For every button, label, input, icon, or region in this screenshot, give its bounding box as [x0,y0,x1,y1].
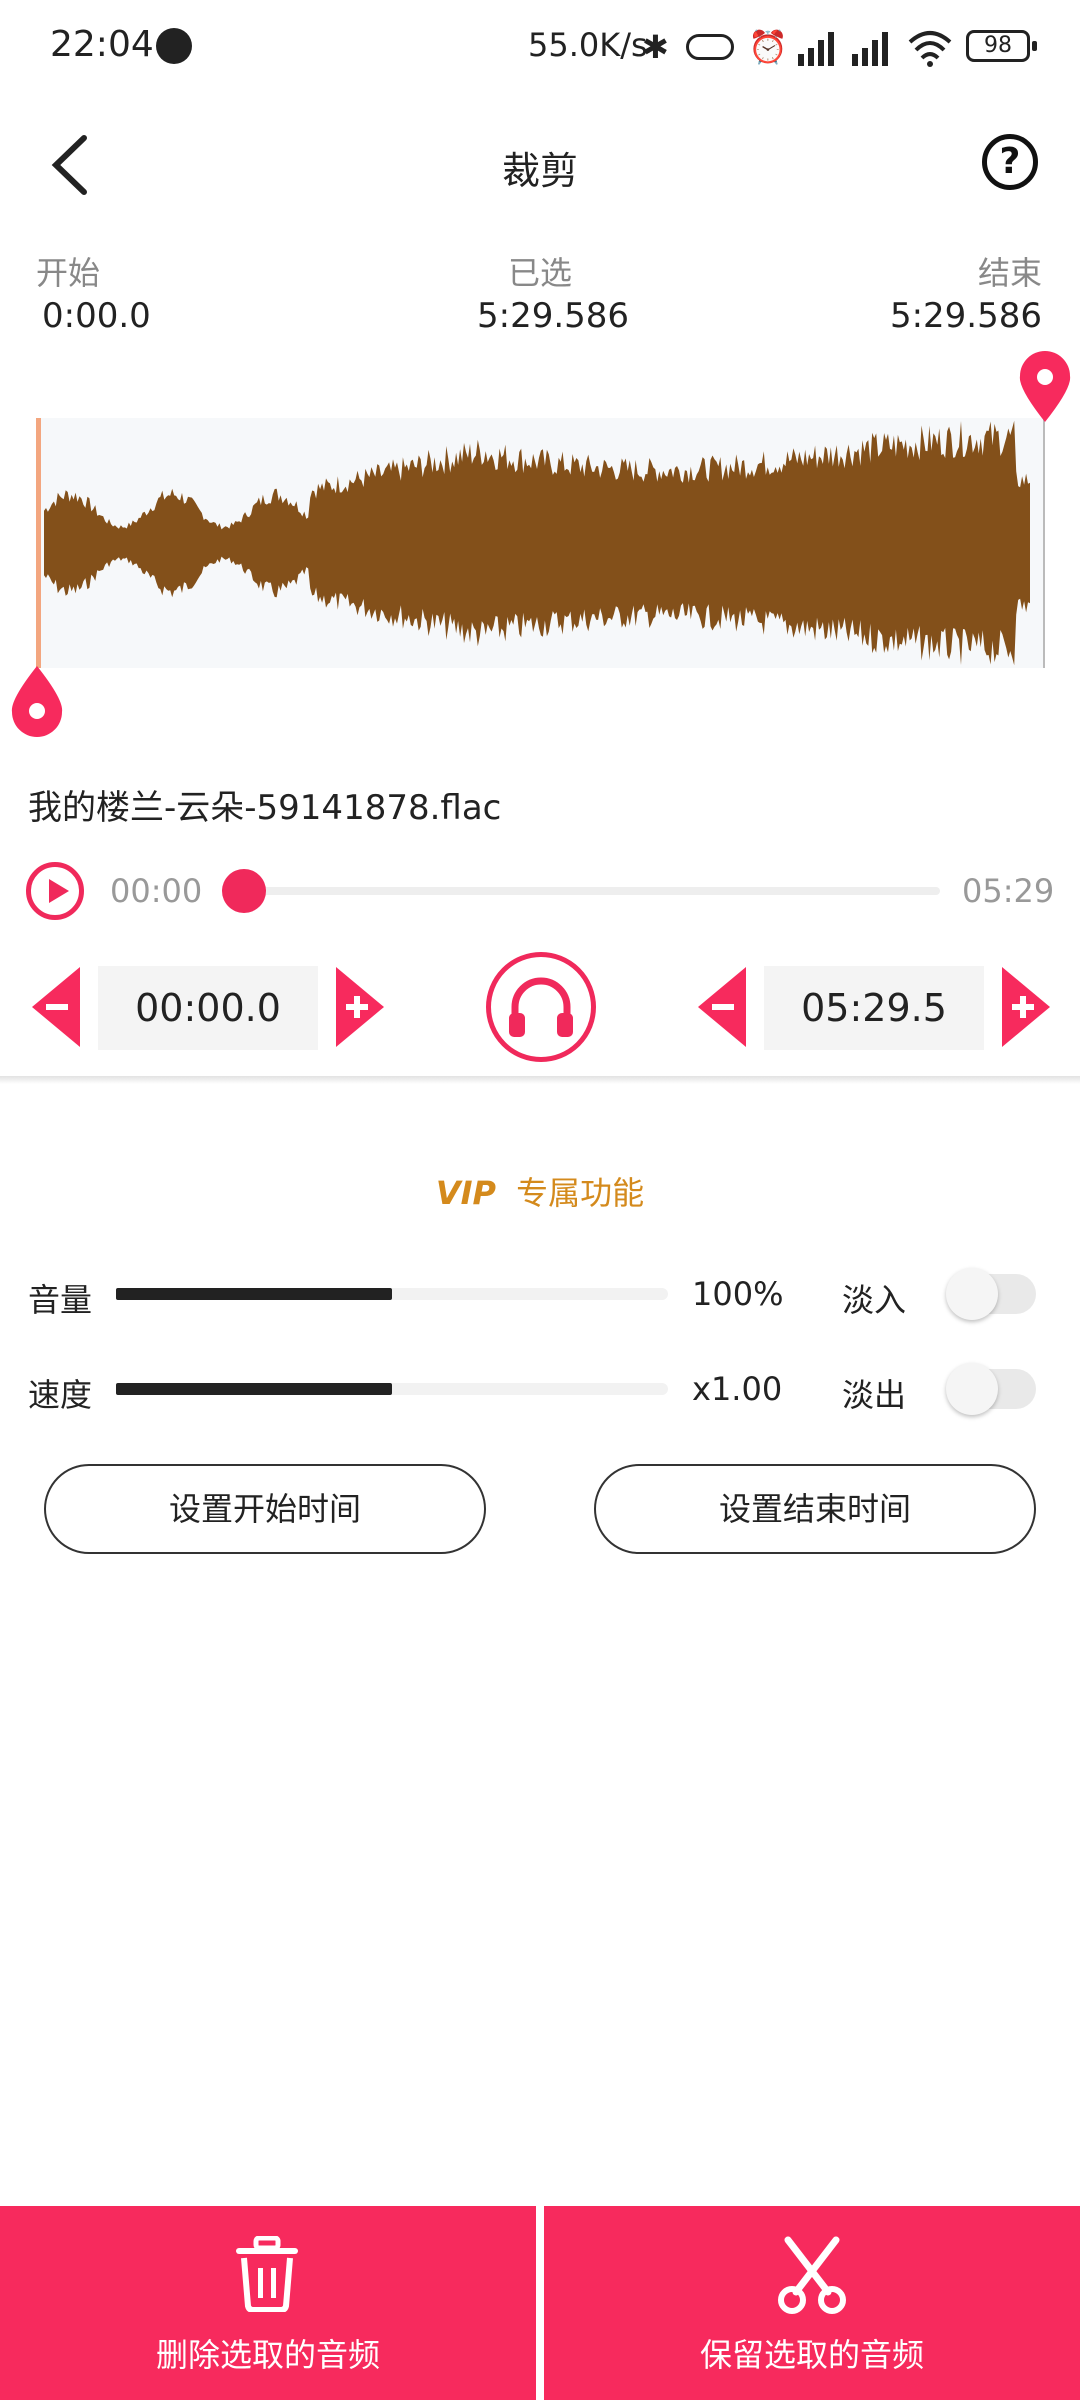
minus-icon [712,1004,734,1010]
vip-section-title: VIP 专属功能 [0,1168,1080,1214]
app-header: 裁剪 ? [0,110,1080,220]
volume-slider[interactable] [116,1288,668,1300]
start-decrement-button[interactable] [32,967,80,1047]
end-decrement-button[interactable] [698,967,746,1047]
end-value: 5:29.586 [889,296,1042,336]
waveform-graphic [44,420,1030,666]
play-button[interactable] [26,862,84,920]
start-marker-handle[interactable] [8,664,66,738]
headphones-icon [509,977,573,1037]
speed-label: 速度 [28,1376,93,1414]
minus-icon [46,1004,68,1010]
volume-label: 音量 [28,1281,93,1319]
battery-icon: 98 [966,30,1037,62]
speed-value: x1.00 [692,1370,783,1408]
end-increment-button[interactable] [1002,967,1050,1047]
alarm-icon: ⏰ [748,28,788,66]
vip-icon: VIP [435,1174,496,1212]
current-time: 00:00 [110,872,203,910]
vibrate-icon [686,34,734,60]
delete-selection-label: 删除选取的音频 [155,2336,380,2374]
seekbar-thumb[interactable] [222,869,266,913]
page-title: 裁剪 [501,149,578,193]
selected-label: 已选 [508,254,573,292]
scissors-icon [778,2236,846,2314]
fade-out-label: 淡出 [842,1376,907,1414]
start-marker-line[interactable] [36,418,41,668]
wifi-icon [908,31,952,67]
vip-label: 专属功能 [516,1174,645,1212]
start-time-field[interactable]: 00:00.0 [98,966,318,1050]
speed-slider-fill [116,1383,392,1395]
speed-slider[interactable] [116,1383,668,1395]
start-label: 开始 [36,254,101,292]
network-speed: 55.0K/s [528,26,648,64]
playback-seekbar[interactable] [244,887,940,895]
volume-value: 100% [692,1275,784,1313]
waveform-shape [44,420,1030,666]
waveform[interactable] [38,418,1044,668]
keep-selection-label: 保留选取的音频 [699,2336,924,2374]
bluetooth-icon: ✱ [642,28,669,66]
status-time: 22:04 [50,24,154,65]
set-end-time-button[interactable]: 设置结束时间 [594,1464,1036,1554]
help-button[interactable]: ? [982,134,1038,190]
set-start-time-button[interactable]: 设置开始时间 [44,1464,486,1554]
start-value: 0:00.0 [42,296,151,336]
section-divider [0,1076,1080,1084]
delete-selection-button[interactable]: 删除选取的音频 [0,2206,536,2400]
toggle-knob [946,1363,998,1415]
trash-icon [236,2236,298,2312]
globe-icon [156,28,192,64]
toggle-knob [946,1268,998,1320]
question-icon: ? [999,141,1021,182]
time-summary: 开始 0:00.0 已选 5:29.586 结束 5:29.586 [0,248,1080,338]
fade-out-toggle[interactable] [946,1363,1036,1415]
selected-value: 5:29.586 [477,296,630,336]
fade-in-toggle[interactable] [946,1268,1036,1320]
file-name: 我的楼兰-云朵-59141878.flac [28,788,502,828]
start-increment-button[interactable] [336,967,384,1047]
preview-button[interactable] [486,952,596,1062]
signal-icon [798,32,834,66]
end-marker-handle[interactable] [1016,350,1074,424]
status-bar: 22:04 55.0K/s ✱ ⏰ 98 [0,0,1080,96]
fade-in-label: 淡入 [842,1281,907,1319]
keep-selection-button[interactable]: 保留选取的音频 [544,2206,1080,2400]
end-label: 结束 [977,254,1042,292]
total-time: 05:29 [962,872,1055,910]
end-time-field[interactable]: 05:29.5 [764,966,984,1050]
signal-icon [852,32,888,66]
volume-slider-fill [116,1288,392,1300]
